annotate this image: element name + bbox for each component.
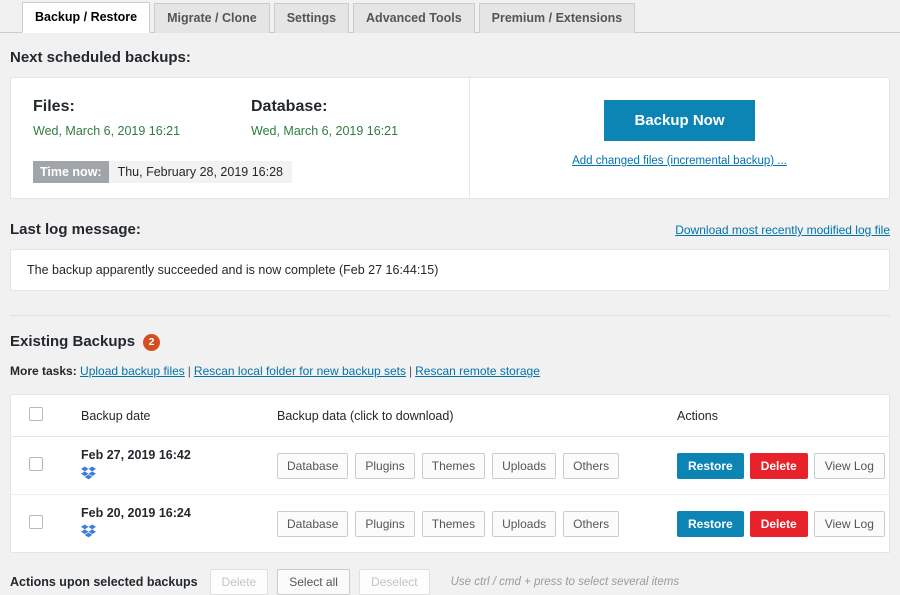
view-log-button[interactable]: View Log <box>813 510 885 537</box>
tab-backup-restore[interactable]: Backup / Restore <box>22 2 151 33</box>
bulk-actions-bar: Actions upon selected backups Delete Sel… <box>10 569 890 595</box>
tab-advanced-tools[interactable]: Advanced Tools <box>353 3 475 33</box>
time-now-badge: Time now: Thu, February 28, 2019 16:28 <box>33 161 292 183</box>
files-title: Files: <box>33 98 75 115</box>
existing-backups-header: Existing Backups 2 <box>10 333 890 351</box>
database-title: Database: <box>251 98 328 115</box>
tab-settings[interactable]: Settings <box>273 3 350 33</box>
row-actions-cell: Restore Delete View Log <box>677 495 889 553</box>
row-data-cell: Database Plugins Themes Uploads Others <box>277 495 677 553</box>
download-log-link[interactable]: Download most recently modified log file <box>675 223 890 237</box>
log-message-text: The backup apparently succeeded and is n… <box>27 263 439 277</box>
row-date-cell: Feb 20, 2019 16:24 <box>81 495 277 553</box>
table-header-row: Backup date Backup data (click to downlo… <box>11 395 889 437</box>
row-checkbox-cell <box>11 436 81 495</box>
tab-label: Backup / Restore <box>35 10 138 24</box>
files-next-date: Wed, March 6, 2019 16:21 <box>33 124 181 138</box>
log-message-panel: The backup apparently succeeded and is n… <box>10 249 890 291</box>
scheduled-info: Files: Wed, March 6, 2019 16:21 Database… <box>11 78 470 198</box>
select-all-button[interactable]: Select all <box>277 569 350 595</box>
more-tasks-label: More tasks: <box>10 364 77 378</box>
restore-button[interactable]: Restore <box>677 452 744 479</box>
backup-now-button[interactable]: Backup Now <box>604 100 755 141</box>
bulk-delete-button[interactable]: Delete <box>209 569 269 595</box>
tab-label: Settings <box>286 11 337 25</box>
log-header-row: Last log message: Download most recently… <box>10 221 890 239</box>
task-separator: | <box>187 364 191 378</box>
table-row: Feb 27, 2019 16:42 Database Plugins Them… <box>11 436 889 495</box>
row-actions-cell: Restore Delete View Log <box>677 436 889 495</box>
delete-button[interactable]: Delete <box>749 510 808 537</box>
backup-date-text: Feb 27, 2019 16:42 <box>81 448 191 462</box>
bulk-actions-label: Actions upon selected backups <box>10 575 198 589</box>
upload-backup-files-link[interactable]: Upload backup files <box>80 364 185 378</box>
download-database-button[interactable]: Database <box>277 510 349 537</box>
header-backup-date: Backup date <box>81 395 277 437</box>
row-select-checkbox[interactable] <box>29 457 43 471</box>
table-row: Feb 20, 2019 16:24 Database Plugins Them… <box>11 495 889 553</box>
scheduled-database-column: Database: Wed, March 6, 2019 16:21 <box>251 98 469 139</box>
row-date-cell: Feb 27, 2019 16:42 <box>81 436 277 495</box>
tab-bar: Backup / Restore Migrate / Clone Setting… <box>0 0 900 33</box>
restore-button[interactable]: Restore <box>677 510 744 537</box>
database-next-date: Wed, March 6, 2019 16:21 <box>251 124 399 138</box>
backup-date-text: Feb 20, 2019 16:24 <box>81 506 191 520</box>
download-plugins-button[interactable]: Plugins <box>355 452 415 479</box>
time-now-label: Time now: <box>33 161 109 183</box>
download-uploads-button[interactable]: Uploads <box>492 452 557 479</box>
rescan-local-folder-link[interactable]: Rescan local folder for new backup sets <box>194 364 406 378</box>
backup-now-area: Backup Now Add changed files (incrementa… <box>470 78 889 198</box>
row-select-checkbox[interactable] <box>29 515 43 529</box>
existing-backups-heading: Existing Backups <box>10 333 136 350</box>
header-actions: Actions <box>677 395 889 437</box>
download-plugins-button[interactable]: Plugins <box>355 510 415 537</box>
delete-button[interactable]: Delete <box>749 452 808 479</box>
header-backup-data: Backup data (click to download) <box>277 395 677 437</box>
more-tasks-row: More tasks: Upload backup files | Rescan l… <box>10 364 890 378</box>
dropbox-icon[interactable] <box>81 466 277 483</box>
download-themes-button[interactable]: Themes <box>421 510 486 537</box>
deselect-button[interactable]: Deselect <box>358 569 430 595</box>
scheduled-backups-panel: Files: Wed, March 6, 2019 16:21 Database… <box>10 77 890 199</box>
backups-table: Backup date Backup data (click to downlo… <box>11 395 889 552</box>
last-log-heading: Last log message: <box>10 221 141 238</box>
download-others-button[interactable]: Others <box>563 510 620 537</box>
backups-table-panel: Backup date Backup data (click to downlo… <box>10 394 890 553</box>
existing-backups-count-badge: 2 <box>143 333 161 351</box>
next-scheduled-heading: Next scheduled backups: <box>10 49 191 66</box>
download-database-button[interactable]: Database <box>277 452 349 479</box>
incremental-backup-link[interactable]: Add changed files (incremental backup) .… <box>572 155 787 167</box>
download-uploads-button[interactable]: Uploads <box>492 510 557 537</box>
tab-label: Premium / Extensions <box>491 11 623 25</box>
row-data-cell: Database Plugins Themes Uploads Others <box>277 436 677 495</box>
rescan-remote-storage-link[interactable]: Rescan remote storage <box>415 364 540 378</box>
tab-label: Migrate / Clone <box>167 11 257 25</box>
download-themes-button[interactable]: Themes <box>421 452 486 479</box>
task-separator: | <box>409 364 413 378</box>
download-others-button[interactable]: Others <box>563 452 620 479</box>
row-checkbox-cell <box>11 495 81 553</box>
time-now-value: Thu, February 28, 2019 16:28 <box>108 161 292 183</box>
section-divider <box>10 315 890 316</box>
view-log-button[interactable]: View Log <box>813 452 885 479</box>
dropbox-icon[interactable] <box>81 524 277 541</box>
bulk-selection-hint: Use ctrl / cmd + press to select several… <box>450 576 680 588</box>
select-all-header-cell <box>11 395 81 437</box>
scheduled-files-column: Files: Wed, March 6, 2019 16:21 <box>33 98 251 139</box>
tab-premium-extensions[interactable]: Premium / Extensions <box>478 3 636 33</box>
tab-migrate-clone[interactable]: Migrate / Clone <box>154 3 270 33</box>
select-all-checkbox[interactable] <box>29 407 43 421</box>
tab-label: Advanced Tools <box>366 11 462 25</box>
